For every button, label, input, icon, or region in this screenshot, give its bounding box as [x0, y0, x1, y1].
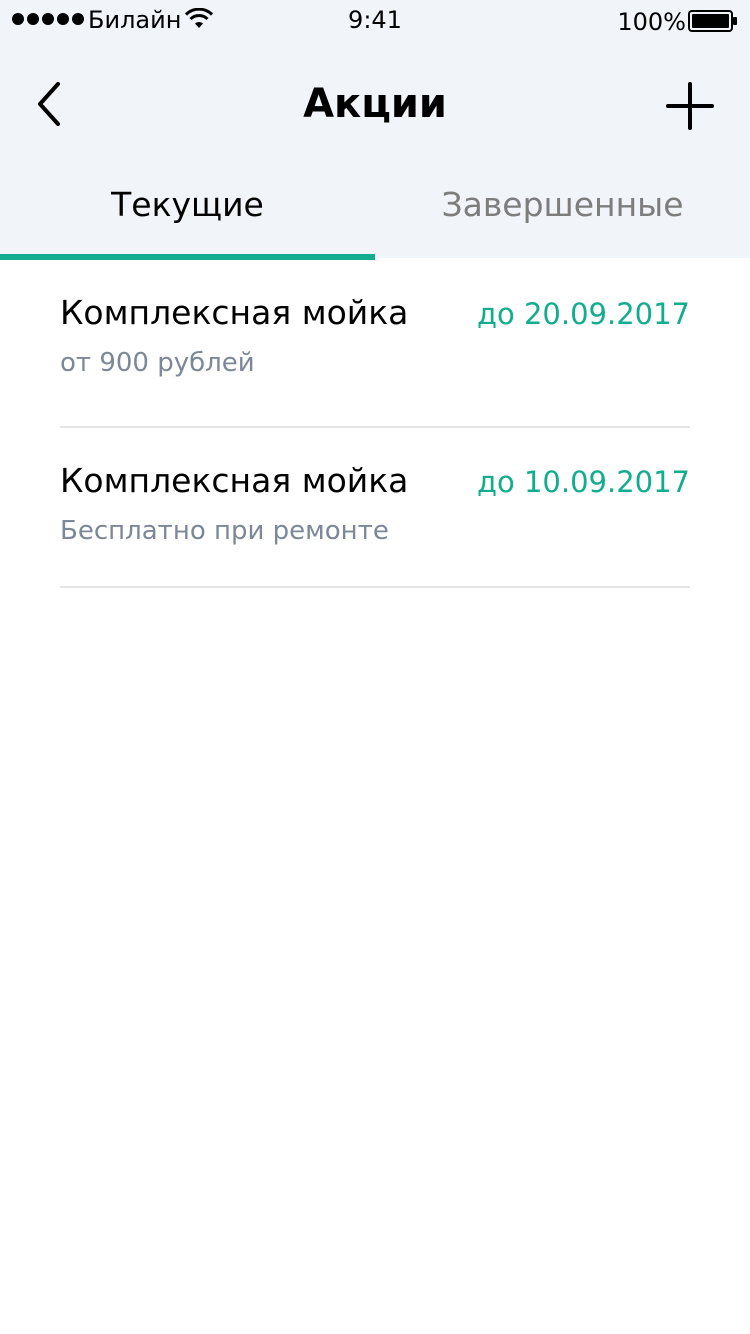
- tab-current[interactable]: Текущие: [0, 180, 375, 236]
- promotion-date: до 10.09.2017: [476, 465, 690, 499]
- tab-completed[interactable]: Завершенные: [375, 180, 750, 236]
- add-promotion-button[interactable]: [660, 76, 720, 136]
- promotion-item[interactable]: Комплексная мойка до 20.09.2017 от 900 р…: [60, 260, 690, 428]
- plus-icon: [666, 82, 714, 130]
- promotion-subtitle: Бесплатно при ремонте: [60, 516, 389, 546]
- promotion-title: Комплексная мойка: [60, 293, 409, 332]
- promotions-list: Комплексная мойка до 20.09.2017 от 900 р…: [60, 260, 690, 588]
- battery-icon: [688, 10, 737, 32]
- status-bar: Билайн 9:41 100%: [0, 0, 750, 40]
- promotion-item[interactable]: Комплексная мойка до 10.09.2017 Бесплатн…: [60, 428, 690, 588]
- promotion-title: Комплексная мойка: [60, 461, 409, 500]
- promotion-date: до 20.09.2017: [476, 297, 690, 331]
- battery-percentage: 100%: [617, 8, 686, 36]
- promotion-subtitle: от 900 рублей: [60, 348, 255, 378]
- page-title: Акции: [303, 81, 447, 127]
